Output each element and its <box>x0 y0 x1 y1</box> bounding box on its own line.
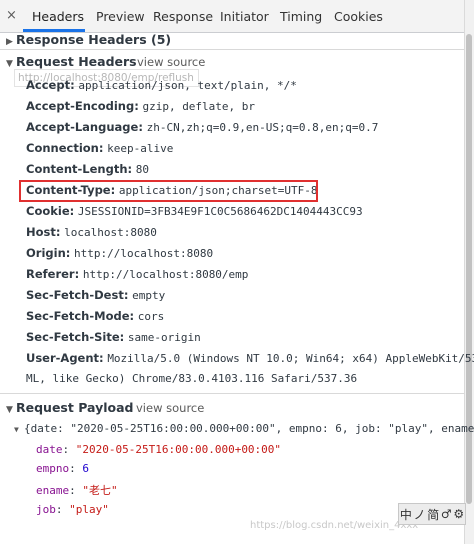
header-row: Referer: http://localhost:8080/emp <box>26 267 249 281</box>
header-row: Cookie: JSESSIONID=3FB34E9F1C0C5686462DC… <box>26 204 363 218</box>
tab-cookies[interactable]: Cookies <box>334 9 383 24</box>
content-type-highlight-box <box>19 180 318 202</box>
tab-response[interactable]: Response <box>153 9 213 24</box>
triangle-down-icon: ▼ <box>14 425 19 434</box>
triangle-down-icon: ▼ <box>6 405 13 415</box>
section-divider <box>0 49 464 50</box>
payload-field-date: date: "2020-05-25T16:00:00.000+00:00" <box>36 443 282 456</box>
payload-field-ename: ename: "老七" <box>36 484 118 497</box>
user-agent-continuation: ML, like Gecko) Chrome/83.0.4103.116 Saf… <box>26 372 358 385</box>
request-headers-title: Request Headers <box>16 54 137 69</box>
header-row-user-agent: User-Agent: Mozilla/5.0 (Windows NT 10.0… <box>26 351 474 365</box>
tab-headers[interactable]: Headers <box>32 9 84 24</box>
payload-summary[interactable]: ▼ {date: "2020-05-25T16:00:00.000+00:00",… <box>14 422 474 435</box>
header-row: Accept-Language: zh-CN,zh;q=0.9,en-US;q=… <box>26 120 379 134</box>
ime-mode-icon[interactable]: 中 <box>400 506 412 523</box>
triangle-right-icon: ▶ <box>6 37 13 47</box>
response-headers-title: Response Headers (5) <box>16 32 172 47</box>
request-headers-toggle[interactable]: ▼ Request Headers <box>6 54 137 69</box>
ime-punct-icon[interactable]: ノ <box>414 506 426 523</box>
ime-user-icon[interactable]: ♂ <box>441 507 452 521</box>
tab-preview[interactable]: Preview <box>96 9 145 24</box>
ime-simplified-icon[interactable]: 简 <box>427 506 439 523</box>
triangle-down-icon: ▼ <box>6 59 13 69</box>
ime-toolbar[interactable]: 中 ノ 简 ♂ ⚙ <box>398 503 466 525</box>
close-icon[interactable]: × <box>6 8 17 23</box>
header-row: Sec-Fetch-Dest: empty <box>26 288 166 302</box>
tab-timing[interactable]: Timing <box>280 9 322 24</box>
header-row: Accept-Encoding: gzip, deflate, br <box>26 99 256 113</box>
payload-view-source-link[interactable]: view source <box>136 401 204 415</box>
header-row: Accept: application/json, text/plain, */… <box>26 78 297 92</box>
header-row: Connection: keep-alive <box>26 141 174 155</box>
header-row: Sec-Fetch-Site: same-origin <box>26 330 201 344</box>
request-payload-toggle[interactable]: ▼ Request Payload <box>6 400 133 415</box>
tab-initiator[interactable]: Initiator <box>220 9 269 24</box>
header-row: Origin: http://localhost:8080 <box>26 246 214 260</box>
request-payload-title: Request Payload <box>16 400 134 415</box>
ime-settings-icon[interactable]: ⚙ <box>453 507 464 521</box>
header-row: Host: localhost:8080 <box>26 225 157 239</box>
request-view-source-link[interactable]: view source <box>137 55 205 69</box>
section-divider <box>0 393 464 394</box>
payload-field-empno: empno: 6 <box>36 462 89 475</box>
header-row: Sec-Fetch-Mode: cors <box>26 309 165 323</box>
devtools-tab-bar: × Headers Preview Response Initiator Tim… <box>0 0 464 33</box>
watermark: https://blog.csdn.net/weixin_4xxx <box>250 520 419 531</box>
response-headers-toggle[interactable]: ▶ Response Headers (5) <box>6 32 171 47</box>
header-row: Content-Length: 80 <box>26 162 150 176</box>
payload-field-job: job: "play" <box>36 503 109 516</box>
